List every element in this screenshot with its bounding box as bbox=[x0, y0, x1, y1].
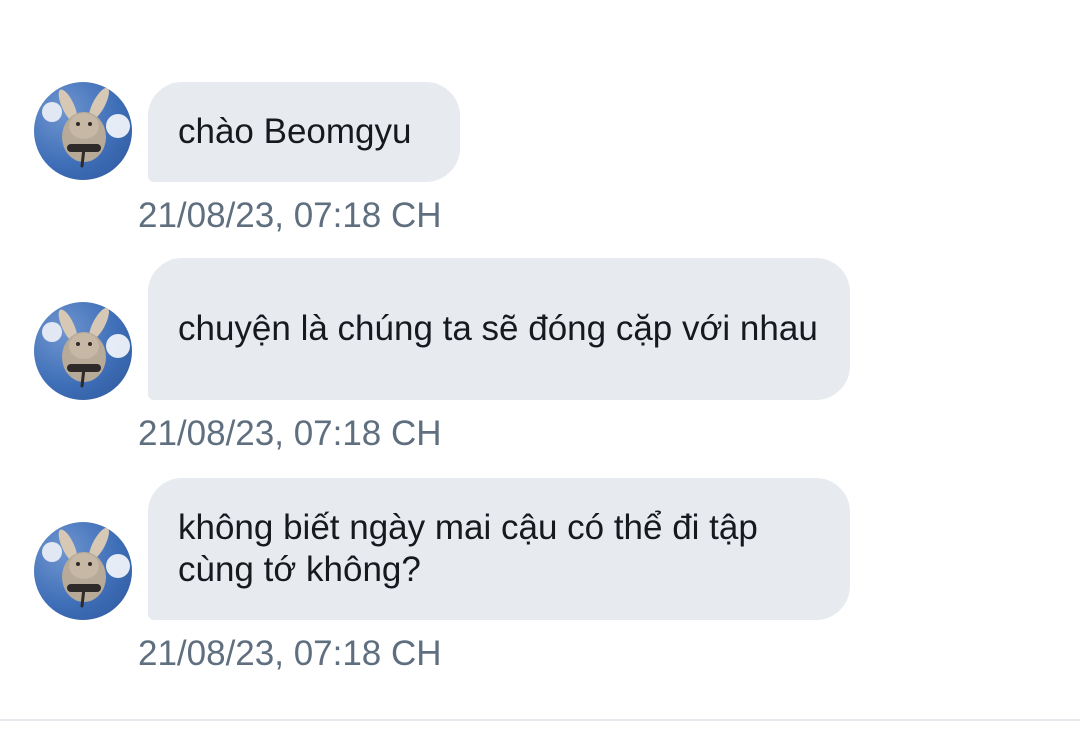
message-bubble[interactable]: chào Beomgyu bbox=[148, 82, 460, 182]
message-bubble[interactable]: không biết ngày mai cậu có thể đi tập cù… bbox=[148, 478, 850, 620]
message-timestamp: 21/08/23, 07:18 CH bbox=[138, 414, 442, 453]
message-text: không biết ngày mai cậu có thể đi tập cù… bbox=[178, 508, 758, 589]
message-text: chào Beomgyu bbox=[178, 112, 412, 151]
message-timestamp: 21/08/23, 07:18 CH bbox=[138, 196, 442, 235]
bunny-avatar-icon[interactable] bbox=[34, 522, 132, 620]
divider bbox=[0, 719, 1080, 721]
message-timestamp: 21/08/23, 07:18 CH bbox=[138, 634, 442, 673]
message-bubble[interactable]: chuyện là chúng ta sẽ đóng cặp với nhau bbox=[148, 258, 850, 400]
bunny-avatar-icon[interactable] bbox=[34, 302, 132, 400]
bunny-avatar-icon[interactable] bbox=[34, 82, 132, 180]
message-text: chuyện là chúng ta sẽ đóng cặp với nhau bbox=[178, 309, 818, 348]
